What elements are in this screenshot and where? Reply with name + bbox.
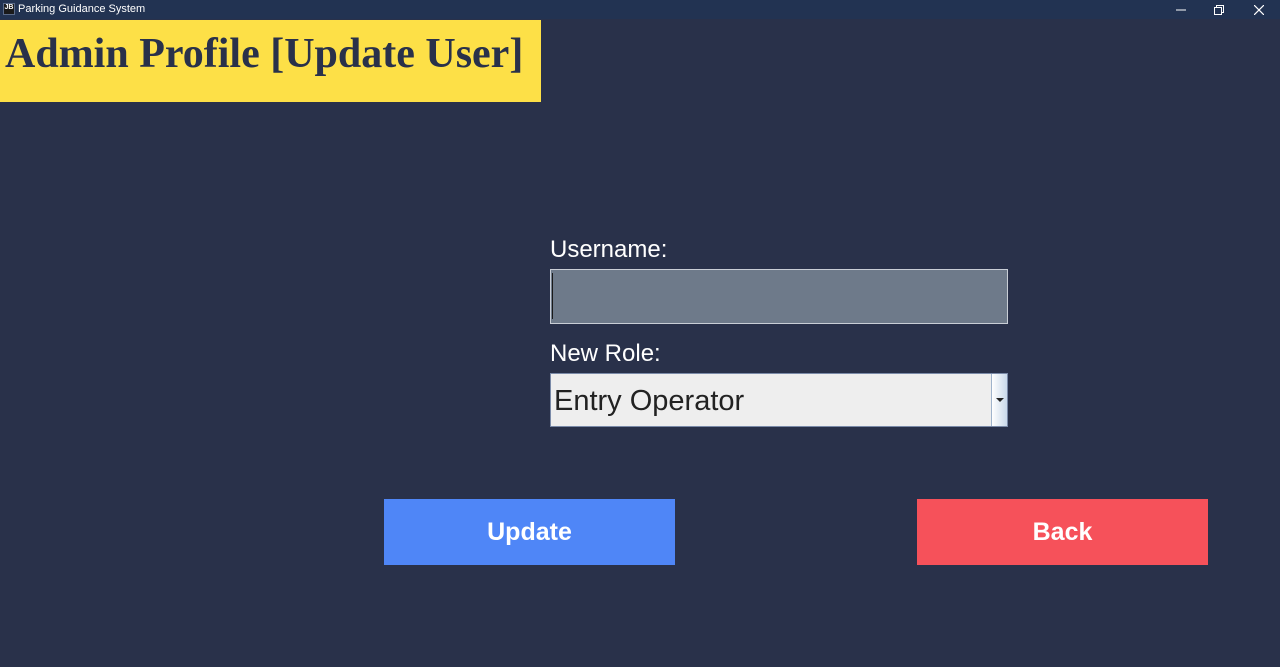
app-icon: JB [3, 3, 15, 15]
close-button[interactable] [1240, 0, 1278, 19]
username-label: Username: [550, 236, 668, 263]
minimize-button[interactable] [1162, 0, 1200, 19]
update-button[interactable]: Update [384, 499, 675, 565]
role-label: New Role: [550, 340, 661, 367]
chevron-down-icon [995, 397, 1004, 402]
dropdown-arrow-button[interactable] [991, 374, 1007, 426]
header-banner: Admin Profile [Update User] [0, 20, 541, 102]
role-dropdown[interactable]: Entry Operator [550, 373, 1008, 427]
role-selected-value: Entry Operator [554, 385, 745, 417]
username-input[interactable] [550, 269, 1008, 324]
restore-icon [1214, 4, 1224, 15]
text-caret [552, 273, 553, 319]
minimize-icon [1176, 9, 1186, 10]
close-icon [1254, 4, 1264, 15]
window-titlebar: JB Parking Guidance System [0, 0, 1280, 19]
window-title: Parking Guidance System [18, 3, 146, 15]
back-button[interactable]: Back [917, 499, 1208, 565]
restore-button[interactable] [1200, 0, 1238, 19]
page-title: Admin Profile [Update User] [5, 31, 524, 77]
